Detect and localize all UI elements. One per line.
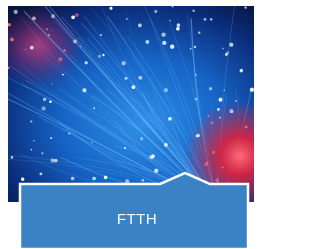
fiber-light-dot [82,88,87,93]
fiber-light-dot [221,166,224,169]
fiber-light-dot [239,68,244,73]
fiber-light-dot [46,28,48,31]
fiber-light-dot [151,154,155,158]
label-panel[interactable]: FTTH [0,170,254,249]
fiber-light-dot [84,61,88,65]
fiber-light-dot [61,73,64,76]
tile-label: FTTH [116,210,158,228]
fiber-light-dot [32,16,36,21]
fiber-light-dot [207,114,210,118]
fiber-light-dot [10,156,14,159]
fiber-light-dot [91,141,93,144]
fiber-light-dot [217,107,220,111]
fiber-light-dot [195,134,199,138]
fiber-light-dot [124,76,128,80]
fiber-light-dot [218,97,223,102]
fiber-light-dot [223,89,225,92]
fiber-light-dot [194,97,198,101]
fiber-light-dot [211,150,216,155]
fiber-light-dot [99,33,103,37]
fiber-light-dot [140,137,144,141]
fiber-light-dot [209,18,213,21]
fiber-light-dot [189,47,192,50]
fiber-light-dot [58,57,63,62]
fiber-light-dot [162,40,167,46]
fiber-light-dot [30,120,33,123]
fiber-light-dot [204,163,208,167]
fiber-light-dot [24,48,27,51]
fiber-light-dot [192,9,195,12]
fiber-light-dot [222,47,224,50]
fiber-light-dot [235,100,237,102]
fiber-light-dot [219,116,222,119]
fiber-light-dot [73,39,77,44]
fiber-light-dot [50,137,53,140]
fiber-light-dot [10,37,14,42]
fiber-light-dot [176,27,180,31]
fiber-light-dot [63,49,66,52]
fiber-light-dot [71,15,75,20]
fiber-light-dot [138,23,142,28]
fiber-light-dot [244,125,248,129]
fiber-light-dot [41,152,44,155]
fiber-light-dot [74,13,79,17]
fiber-light-dot [131,85,136,89]
fiber-light-dot [193,45,197,49]
fiber-light-dot [109,6,113,10]
ftth-tile[interactable]: FTTH [0,0,254,249]
fiber-light-dot [170,44,175,49]
fiber-light-dot [123,147,127,150]
fiber-light-dot [169,19,171,22]
fiber-light-dot [80,45,82,47]
fiber-light-dot [68,132,71,135]
fiber-light-dot [29,45,34,50]
fiber-light-dot [42,97,47,102]
fiber-light-dot [229,42,234,47]
fiber-light-dot [138,75,143,80]
fiber-light-dot [163,88,168,93]
fiber-light-dot [97,54,102,58]
fiber-light-dot [13,9,18,14]
fiber-light-dot [102,53,105,57]
fiber-light-dot [32,139,35,142]
fiber-light-dot [51,29,53,32]
fiber-light-dot [154,9,158,14]
fiber-light-dot [197,31,201,34]
fiber-light-dot [30,148,33,151]
fiber-light-dot [41,106,46,111]
fiber-light-dot [50,14,56,19]
fiber-light-dot [203,18,207,21]
fiber-light-dot [121,61,126,66]
fiber-light-dot [145,39,150,44]
fiber-light-dot [244,6,247,9]
fiber-light-dot [49,100,52,104]
fiber-light-dot [161,32,166,37]
fiber-light-dot [50,158,55,163]
fiber-light-dot [126,18,128,20]
fiber-light-dot [164,143,168,147]
fiber-light-dot [51,82,54,86]
fiber-light-dot [176,23,181,27]
fiber-light-dot [194,73,197,76]
fiber-light-dot [168,117,172,121]
fiber-light-dot [210,120,214,125]
fiber-light-dot [249,87,254,92]
fiber-light-dot [224,53,228,56]
fiber-light-dot [93,107,96,110]
fiber-light-dot [209,87,213,91]
fiber-light-dot [48,34,50,36]
fiber-light-dot [229,109,234,114]
